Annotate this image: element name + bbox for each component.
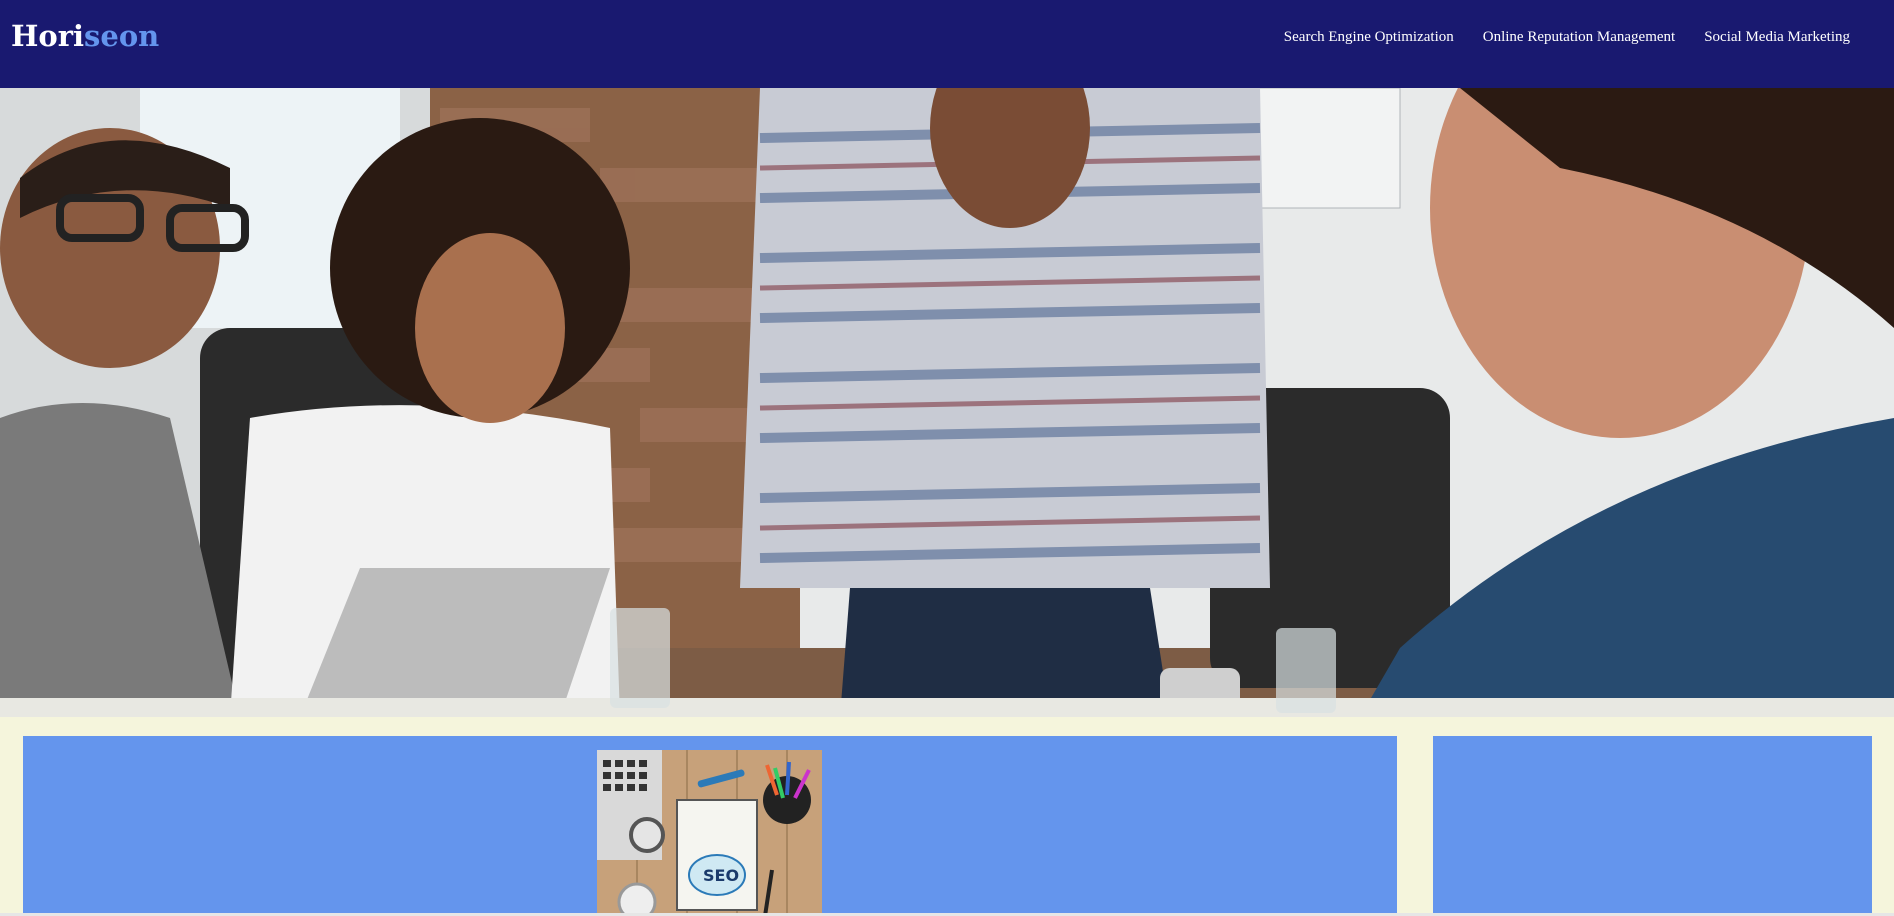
main-nav: Search Engine Optimization Online Reputa…	[1284, 24, 1850, 50]
site-logo[interactable]: Horiseon	[11, 16, 159, 56]
nav-link-seo[interactable]: Search Engine Optimization	[1284, 24, 1454, 50]
hero-image	[0, 88, 1894, 717]
seo-image: SEO	[597, 750, 822, 916]
seo-desk-illustration: SEO	[597, 750, 822, 916]
main-content-panel: SEO	[23, 736, 1397, 916]
sidebar-panel	[1433, 736, 1872, 916]
hero-photo-illustration	[0, 88, 1894, 717]
nav-link-social[interactable]: Social Media Marketing	[1704, 24, 1850, 50]
logo-prefix: Hori	[11, 19, 85, 53]
nav-link-reputation[interactable]: Online Reputation Management	[1483, 24, 1675, 50]
logo-accent: seon	[84, 19, 160, 53]
site-header: Horiseon Search Engine Optimization Onli…	[0, 0, 1894, 88]
seo-image-label: SEO	[703, 866, 739, 885]
